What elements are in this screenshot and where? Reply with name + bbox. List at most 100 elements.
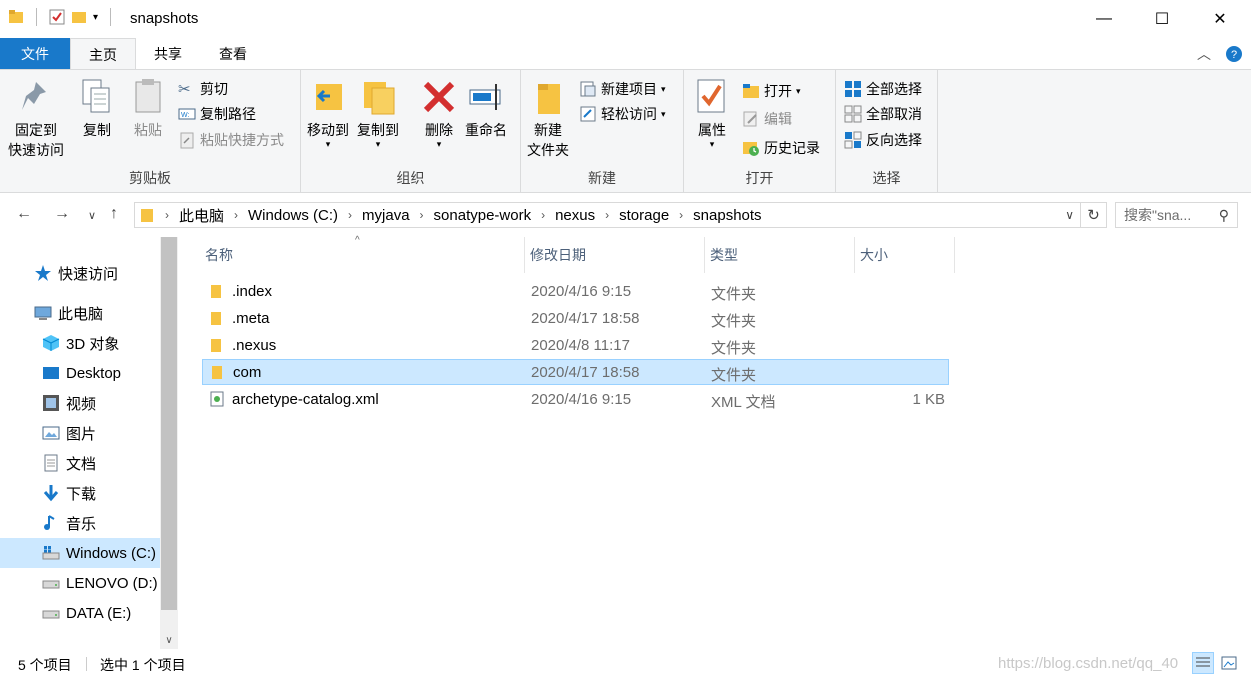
table-row[interactable]: com 2020/4/17 18:58 文件夹 xyxy=(202,359,949,385)
pin-quick-access-button[interactable]: 固定到 快速访问 xyxy=(8,76,64,160)
minimize-button[interactable]: — xyxy=(1075,0,1133,38)
properties-button[interactable]: 属性 ▾ xyxy=(694,76,730,149)
organize-group: 移动到 ▾ 复制到 ▾ 删除 ▾ 重命名 组织 xyxy=(301,70,521,192)
sidebar-item-desktop[interactable]: Desktop xyxy=(0,358,160,388)
new-folder-button[interactable]: 新建 文件夹 xyxy=(527,76,569,160)
copy-to-icon xyxy=(364,82,395,115)
recent-locations-icon[interactable]: ∨ xyxy=(88,209,96,222)
tab-share[interactable]: 共享 xyxy=(136,38,200,69)
breadcrumb-this-pc[interactable]: 此电脑 xyxy=(173,205,230,226)
breadcrumb-chevron-icon[interactable]: › xyxy=(416,208,428,222)
new-folder-icon[interactable] xyxy=(71,9,87,25)
sidebar-item-windows-c[interactable]: Windows (C:) xyxy=(0,538,160,568)
tab-view[interactable]: 查看 xyxy=(200,38,266,69)
copy-path-button[interactable]: W: 复制路径 xyxy=(178,103,256,125)
chevron-down-icon: ▾ xyxy=(436,139,442,149)
column-header-date[interactable]: 修改日期 xyxy=(525,237,705,273)
details-view-icon xyxy=(1196,657,1210,667)
sidebar-item-music[interactable]: 音乐 xyxy=(0,508,160,538)
address-dropdown-icon[interactable]: ∨ xyxy=(1065,208,1074,222)
copy-button[interactable]: 复制 xyxy=(79,76,115,140)
svg-text:W:: W: xyxy=(181,112,189,119)
cube-icon xyxy=(42,335,60,351)
close-button[interactable]: ✕ xyxy=(1191,0,1249,38)
column-header-type[interactable]: 类型 xyxy=(705,237,855,273)
breadcrumb-chevron-icon[interactable]: › xyxy=(161,208,173,222)
desktop-icon xyxy=(43,367,59,379)
table-row[interactable]: .meta 2020/4/17 18:58 文件夹 xyxy=(202,306,949,332)
breadcrumb-snapshots[interactable]: snapshots xyxy=(687,207,767,224)
rename-button[interactable]: 重命名 xyxy=(465,76,507,140)
breadcrumb-chevron-icon[interactable]: › xyxy=(601,208,613,222)
sidebar-item-downloads[interactable]: 下载 xyxy=(0,478,160,508)
sidebar-scrollbar[interactable]: ∨ xyxy=(160,237,178,649)
collapse-ribbon-icon[interactable]: ︿ xyxy=(1197,44,1211,64)
table-row[interactable]: .nexus 2020/4/8 11:17 文件夹 xyxy=(202,333,949,359)
tab-file[interactable]: 文件 xyxy=(0,38,70,69)
chevron-down-icon: ▾ xyxy=(325,139,331,149)
sidebar-item-this-pc[interactable]: 此电脑 xyxy=(0,298,160,328)
breadcrumb-sonatype-work[interactable]: sonatype-work xyxy=(428,207,538,224)
select-all-button[interactable]: 全部选择 xyxy=(844,78,922,100)
easy-access-button[interactable]: 轻松访问 ▾ xyxy=(579,103,666,125)
refresh-button[interactable]: ↻ xyxy=(1081,202,1107,228)
sidebar-item-pictures[interactable]: 图片 xyxy=(0,418,160,448)
breadcrumb-windows-c[interactable]: Windows (C:) xyxy=(242,207,344,224)
up-arrow-icon[interactable]: ↑ xyxy=(110,205,118,223)
column-header-size[interactable]: 大小 xyxy=(855,237,955,273)
breadcrumb-chevron-icon[interactable]: › xyxy=(537,208,549,222)
breadcrumb-storage[interactable]: storage xyxy=(613,207,675,224)
maximize-button[interactable]: ☐ xyxy=(1133,0,1191,38)
move-to-button[interactable]: 移动到 ▾ xyxy=(307,76,349,149)
chevron-down-icon: ▾ xyxy=(796,85,801,96)
properties-icon[interactable] xyxy=(49,9,65,25)
search-placeholder: 搜索"sna... xyxy=(1124,207,1192,223)
customize-qat-icon[interactable]: ▾ xyxy=(93,12,98,23)
back-arrow-icon[interactable]: ← xyxy=(16,205,32,223)
new-item-button[interactable]: 新建项目 ▾ xyxy=(579,78,666,100)
cut-button[interactable]: ✂ 剪切 xyxy=(178,78,228,100)
scroll-down-icon[interactable]: ∨ xyxy=(160,631,178,649)
address-bar[interactable]: › 此电脑 › Windows (C:) › myjava › sonatype… xyxy=(134,202,1081,228)
history-button[interactable]: 历史记录 xyxy=(742,137,820,159)
breadcrumb-nexus[interactable]: nexus xyxy=(549,207,601,224)
open-button[interactable]: 打开 ▾ xyxy=(742,80,801,102)
column-header-name[interactable]: 名称 xyxy=(200,237,525,273)
sidebar-item-documents[interactable]: 文档 xyxy=(0,448,160,478)
help-icon[interactable]: ? xyxy=(1225,45,1243,63)
clipboard-icon xyxy=(135,79,161,113)
copy-path-icon: W: xyxy=(178,108,196,120)
sidebar-item-data-e[interactable]: DATA (E:) xyxy=(0,598,160,628)
edit-icon xyxy=(743,111,757,127)
search-input[interactable]: 搜索"sna... ⚲ xyxy=(1115,202,1238,228)
invert-selection-button[interactable]: 反向选择 xyxy=(844,129,922,151)
scrollbar-thumb[interactable] xyxy=(161,237,177,610)
organize-group-label: 组织 xyxy=(396,170,425,186)
large-icons-view-button[interactable] xyxy=(1218,652,1240,674)
table-row[interactable]: .index 2020/4/16 9:15 文件夹 xyxy=(202,279,949,305)
paste-shortcut-button[interactable]: 粘贴快捷方式 xyxy=(178,129,284,151)
sidebar-item-videos[interactable]: 视频 xyxy=(0,388,160,418)
folder-icon xyxy=(212,366,222,379)
copy-to-button[interactable]: 复制到 ▾ xyxy=(357,76,399,149)
tab-home[interactable]: 主页 xyxy=(70,38,136,70)
sidebar-item-quick-access[interactable]: 快速访问 xyxy=(0,258,160,288)
breadcrumb-chevron-icon[interactable]: › xyxy=(230,208,242,222)
forward-arrow-icon[interactable]: → xyxy=(54,205,70,223)
select-none-button[interactable]: 全部取消 xyxy=(844,103,922,125)
sidebar-item-3d-objects[interactable]: 3D 对象 xyxy=(0,328,160,358)
breadcrumb-chevron-icon[interactable]: › xyxy=(675,208,687,222)
sidebar-item-lenovo-d[interactable]: LENOVO (D:) xyxy=(0,568,160,598)
breadcrumb-chevron-icon[interactable]: › xyxy=(344,208,356,222)
details-view-button[interactable] xyxy=(1192,652,1214,674)
select-group-label: 选择 xyxy=(872,170,901,186)
table-row[interactable]: archetype-catalog.xml 2020/4/16 9:15 XML… xyxy=(202,387,949,413)
breadcrumb-myjava[interactable]: myjava xyxy=(356,207,416,224)
edit-button[interactable]: 编辑 xyxy=(742,108,792,130)
ribbon-controls: ︿ ? xyxy=(1197,44,1243,64)
paste-button[interactable]: 粘贴 xyxy=(130,76,166,140)
select-group: 全部选择 全部取消 反向选择 选择 xyxy=(836,70,938,192)
delete-button[interactable]: 删除 ▾ xyxy=(421,76,457,149)
paste-shortcut-icon xyxy=(180,132,194,149)
rename-icon xyxy=(469,84,501,110)
